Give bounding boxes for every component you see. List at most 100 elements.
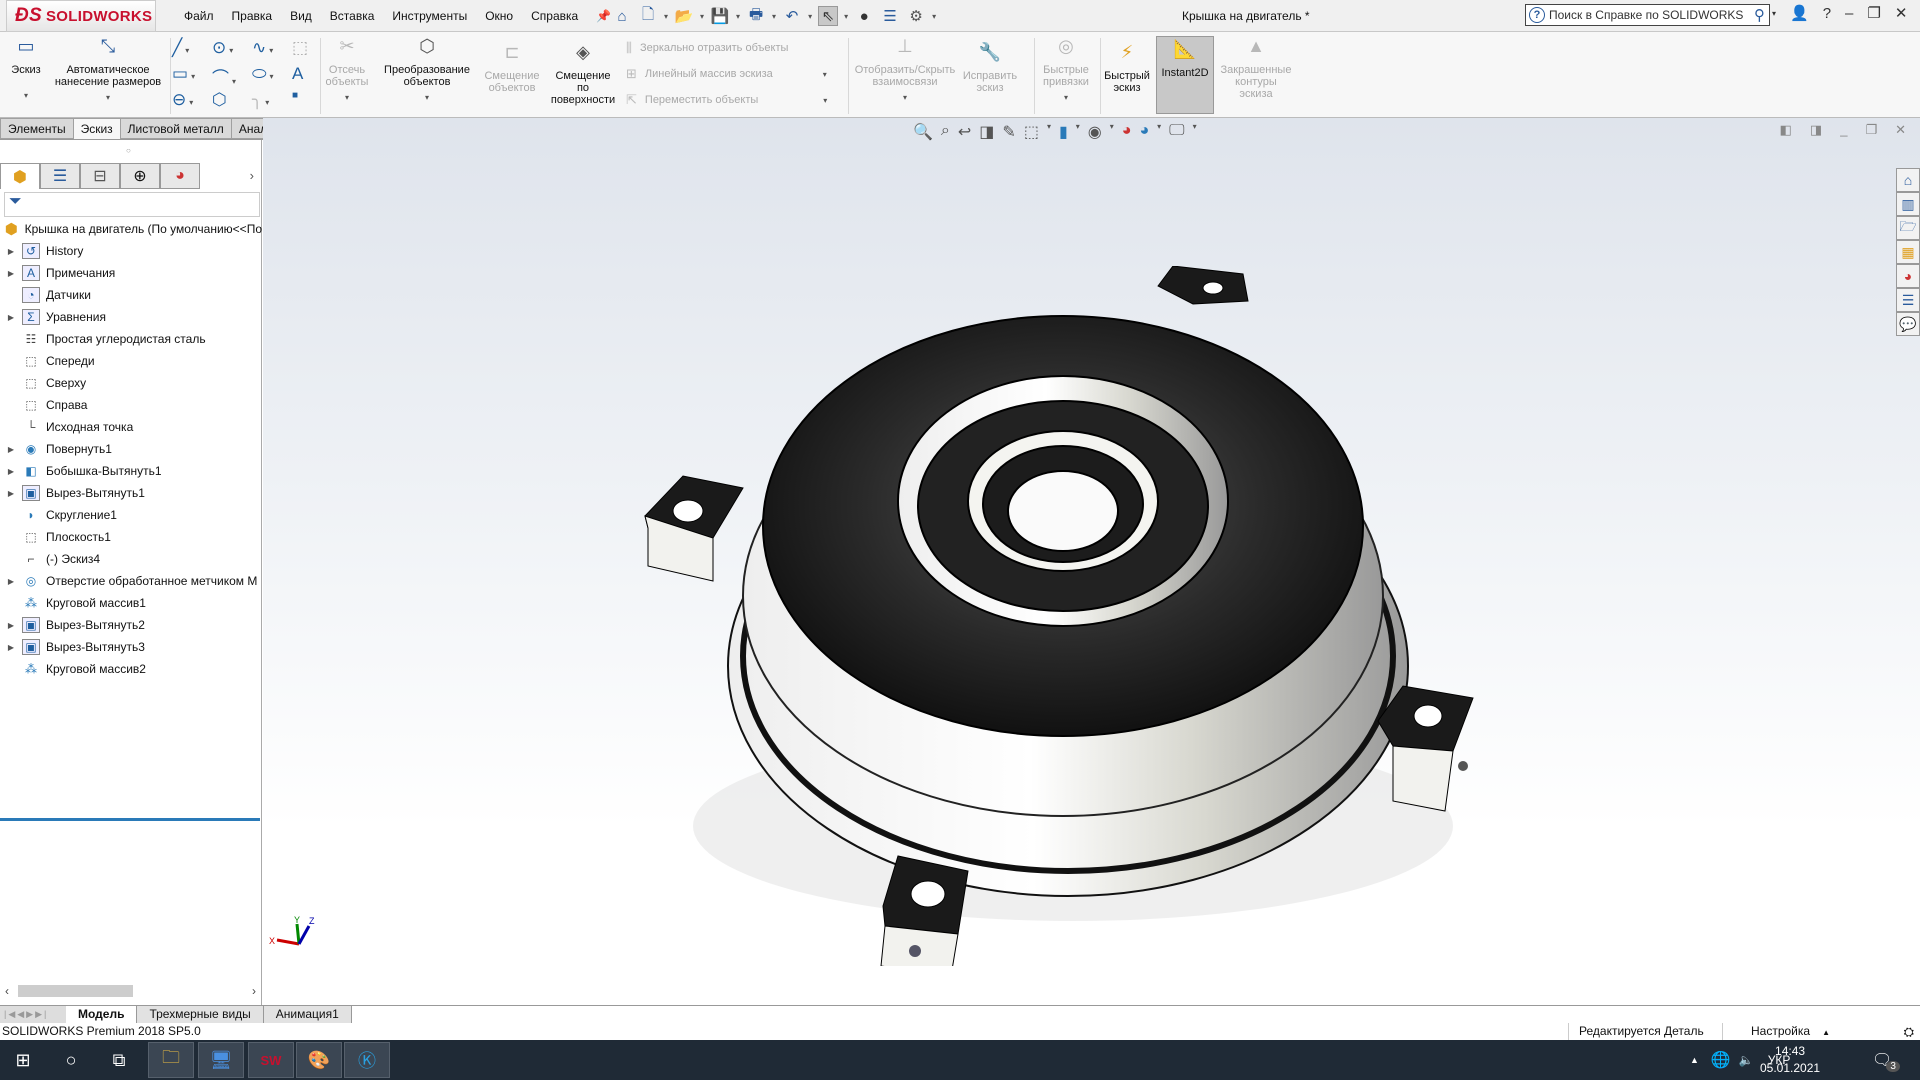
options-gear-icon[interactable]: ⚙ xyxy=(906,6,926,26)
menu-help[interactable]: Справка xyxy=(522,9,587,23)
prev-window-icon[interactable]: ◧ xyxy=(1780,122,1792,138)
convert-dropdown[interactable]: ▾ xyxy=(378,92,476,104)
menu-tools[interactable]: Инструменты xyxy=(383,9,476,23)
move-entities-button[interactable]: ⇱ Переместить объекты ▾ xyxy=(626,92,827,108)
appearances-icon[interactable]: ◕ xyxy=(1896,264,1920,288)
rollback-bar[interactable] xyxy=(0,818,260,821)
select-dropdown[interactable]: ▾ xyxy=(844,12,848,21)
remote-desktop-app[interactable]: 🖥 xyxy=(198,1042,244,1078)
show-hide-relations-button[interactable]: ⊥ Отобразить/Скрыть взаимосвязи ▾ xyxy=(850,37,960,104)
tree-item-revolve1[interactable]: ▶ ◉ Повернуть1 xyxy=(0,438,262,460)
print-dropdown[interactable]: ▾ xyxy=(772,12,776,21)
volume-icon[interactable]: 🔈 xyxy=(1739,1053,1754,1067)
tree-item-fillet1[interactable]: ◗ Скругление1 xyxy=(0,504,262,526)
options-dropdown[interactable]: ▾ xyxy=(932,12,936,21)
ellipse-icon[interactable]: ⬭ ▾ xyxy=(252,64,292,84)
display-style-dropdown[interactable]: ▾ xyxy=(1076,122,1080,142)
scroll-left-arrow[interactable]: ‹ xyxy=(5,984,9,998)
convert-entities-button[interactable]: ⬡ Преобразование объектов ▾ xyxy=(378,37,476,104)
tray-overflow-icon[interactable]: ▲ xyxy=(1690,1055,1699,1065)
tree-filter-input[interactable]: ⏷ xyxy=(4,192,260,217)
tree-item-boss-extrude1[interactable]: ▶ ◧ Бобышка-Вытянуть1 xyxy=(0,460,262,482)
tab-animation1[interactable]: Анимация1 xyxy=(263,1006,352,1023)
custom-properties-icon[interactable]: ☰ xyxy=(1896,288,1920,312)
relations-dropdown[interactable]: ▾ xyxy=(850,92,960,104)
tree-horizontal-scrollbar[interactable]: ‹ › xyxy=(0,982,262,1000)
kompas-app[interactable]: Ⓚ xyxy=(344,1042,390,1078)
dimension-dropdown[interactable]: ▾ xyxy=(48,92,168,104)
tree-item-material[interactable]: ☷ Простая углеродистая сталь xyxy=(0,328,262,350)
tab-scroll-arrows[interactable]: |◀◀▶▶| xyxy=(0,1006,66,1023)
tree-item-cut-extrude3[interactable]: ▶ ▣ Вырез-Вытянуть3 xyxy=(0,636,262,658)
tree-item-circular-pattern1[interactable]: ⁂ Круговой массив1 xyxy=(0,592,262,614)
expand-arrow-icon[interactable]: ▶ xyxy=(0,489,22,498)
menu-insert[interactable]: Вставка xyxy=(321,9,384,23)
minimize-button[interactable]: – xyxy=(1845,5,1853,22)
view-settings-dropdown[interactable]: ▾ xyxy=(1193,122,1197,142)
edit-appearance-icon[interactable]: ◕ xyxy=(1122,122,1132,142)
design-library-icon[interactable]: ▥ xyxy=(1896,192,1920,216)
mirror-entities-button[interactable]: ⫼ Зеркально отразить объекты xyxy=(626,40,788,56)
pattern-dropdown[interactable]: ▾ xyxy=(823,70,827,79)
restore-button[interactable]: ❐ xyxy=(1867,4,1880,22)
hide-show-items-icon[interactable]: ◉ xyxy=(1088,122,1102,142)
task-view-button[interactable]: ⧉ xyxy=(96,1040,142,1080)
scroll-right-arrow[interactable]: › xyxy=(252,984,256,998)
save-dropdown[interactable]: ▾ xyxy=(736,12,740,21)
expand-arrow-icon[interactable]: ▶ xyxy=(0,269,22,278)
panel-tabs-more-chevron[interactable]: › xyxy=(250,163,254,189)
scroll-thumb[interactable] xyxy=(18,985,133,997)
view-settings-icon[interactable]: 🖵 xyxy=(1169,122,1184,142)
network-icon[interactable]: 🌐 xyxy=(1711,1050,1731,1070)
tree-item-cut-extrude1[interactable]: ▶ ▣ Вырез-Вытянуть1 xyxy=(0,482,262,504)
tree-item-front-plane[interactable]: ⬚ Спереди xyxy=(0,350,262,372)
tree-item-circular-pattern2[interactable]: ⁂ Круговой массив2 xyxy=(0,658,262,680)
solidworks-app[interactable]: SW xyxy=(248,1042,294,1078)
tree-item-equations[interactable]: ▶ Σ Уравнения xyxy=(0,306,262,328)
graphics-area[interactable]: 🔍 ⌕ ↩ ◨ ✎ ⬚ ▾ ▮ ▾ ◉ ▾ ◕ ◕ ▾ 🖵 ▾ ◧ ◨ _ ❐ ✕ ⌂ ▥… xyxy=(263,118,1920,1005)
tree-item-history[interactable]: ▶ ↺ History xyxy=(0,240,262,262)
clock[interactable]: 14:43 05.01.2021 xyxy=(1760,1043,1820,1077)
help-icon[interactable]: ? xyxy=(1823,5,1831,22)
sketch-button[interactable]: ▭ Эскиз ▾ xyxy=(6,37,46,102)
instant2d-button[interactable]: 📐 Instant2D xyxy=(1156,36,1214,114)
tab-features[interactable]: Элементы xyxy=(0,118,74,139)
action-center-button[interactable]: 🗨 3 xyxy=(1872,1040,1900,1080)
move-dropdown[interactable]: ▾ xyxy=(823,96,827,105)
open-icon[interactable]: 📂 xyxy=(674,6,694,26)
tree-root-part[interactable]: ⬢ Крышка на двигатель (По умолчанию<<По xyxy=(0,218,262,240)
line-icon[interactable]: ╱ ▾ xyxy=(172,38,212,58)
repair-sketch-button[interactable]: 🔧 Исправить эскиз xyxy=(962,43,1018,94)
scene-dropdown[interactable]: ▾ xyxy=(1157,122,1161,142)
smart-dimension-button[interactable]: ⤡ Автоматическое нанесение размеров ▾ xyxy=(48,37,168,104)
tab-sheet-metal[interactable]: Листовой металл xyxy=(120,118,232,139)
viewport-restore-button[interactable]: ❐ xyxy=(1865,122,1877,138)
sketch-dropdown[interactable]: ▾ xyxy=(6,90,46,102)
viewport-close-button[interactable]: ✕ xyxy=(1895,122,1906,138)
apply-scene-icon[interactable]: ◕ xyxy=(1139,122,1149,142)
file-explorer-app[interactable]: 🗀 xyxy=(148,1042,194,1078)
menu-edit[interactable]: Правка xyxy=(223,9,282,23)
search-dropdown[interactable]: ▾ xyxy=(1772,9,1776,18)
expand-arrow-icon[interactable]: ▶ xyxy=(0,577,22,586)
open-dropdown[interactable]: ▾ xyxy=(700,12,704,21)
rectangle-icon[interactable]: ▭ ▾ xyxy=(172,64,212,84)
menu-view[interactable]: Вид xyxy=(281,9,321,23)
next-window-icon[interactable]: ◨ xyxy=(1810,122,1822,138)
tree-item-right-plane[interactable]: ⬚ Справа xyxy=(0,394,262,416)
forum-icon[interactable]: 💬 xyxy=(1896,312,1920,336)
tree-item-origin[interactable]: └ Исходная точка xyxy=(0,416,262,438)
search-icon[interactable]: ⚲ xyxy=(1754,6,1765,24)
expand-arrow-icon[interactable]: ▶ xyxy=(0,467,22,476)
view-orientation-icon[interactable]: ⬚ xyxy=(1024,122,1039,142)
quick-snaps-button[interactable]: ◎ Быстрые привязки ▾ xyxy=(1036,37,1096,104)
fillet-sketch-icon[interactable]: ╮ ▾ xyxy=(252,90,292,110)
configuration-manager-tab[interactable]: ⊟ xyxy=(80,163,120,189)
tab-model[interactable]: Модель xyxy=(66,1006,138,1023)
expand-arrow-icon[interactable]: ▶ xyxy=(0,643,22,652)
snaps-dropdown[interactable]: ▾ xyxy=(1036,92,1096,104)
tree-item-cut-extrude2[interactable]: ▶ ▣ Вырез-Вытянуть2 xyxy=(0,614,262,636)
tree-item-sketch4[interactable]: ⌐ (-) Эскиз4 xyxy=(0,548,262,570)
panel-splitter-handle[interactable]: ○ xyxy=(126,146,131,155)
home-icon[interactable]: ⌂ xyxy=(612,6,632,26)
